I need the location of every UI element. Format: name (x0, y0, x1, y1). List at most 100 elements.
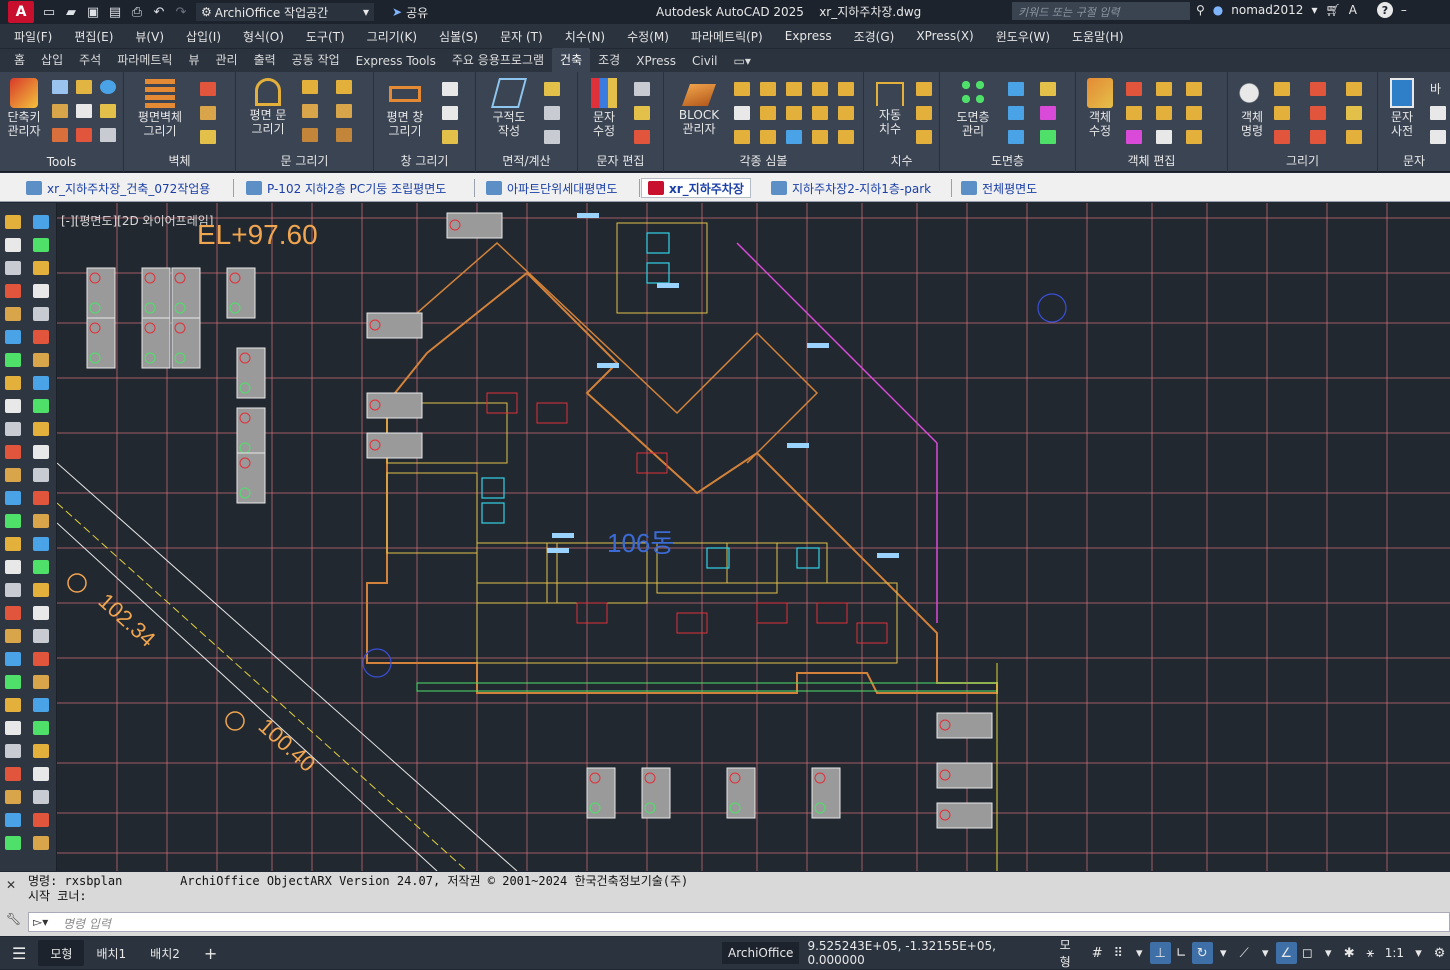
layout-tab-model[interactable]: 모형 (38, 940, 85, 966)
palette-tool-icon[interactable] (33, 629, 49, 643)
coordinate-readout[interactable]: 9.525243E+05, -1.32155E+05, 0.000000 (799, 939, 1053, 967)
ribbon-tab[interactable]: 뷰 (180, 51, 207, 72)
door-draw-button[interactable]: 평면 문 그리기 (244, 78, 292, 136)
edit-tool-icon[interactable] (1156, 106, 1172, 120)
isodraft-icon[interactable]: ⟋ (1234, 942, 1255, 964)
drawing-canvas[interactable]: [-][평면도][2D 와이어프레임] EL+97.60 106동 102.34… (57, 203, 1450, 871)
menu-item[interactable]: Express (785, 29, 832, 43)
palette-tool-icon[interactable] (33, 813, 49, 827)
palette-tool-icon[interactable] (33, 767, 49, 781)
area-tool-icon[interactable] (544, 130, 560, 144)
search-icon[interactable]: ⚲ (1196, 3, 1205, 17)
palette-tool-icon[interactable] (5, 514, 21, 528)
layout-tab-2[interactable]: 배치2 (138, 940, 192, 966)
palette-tool-icon[interactable] (5, 491, 21, 505)
palette-tool-icon[interactable] (33, 261, 49, 275)
palette-tool-icon[interactable] (33, 537, 49, 551)
edit-tool-icon[interactable] (1126, 106, 1142, 120)
menu-item[interactable]: 형식(O) (243, 28, 284, 45)
palette-tool-icon[interactable] (33, 790, 49, 804)
add-layout-icon[interactable]: + (192, 940, 229, 966)
symbol-icon[interactable] (734, 82, 750, 96)
grid-icon[interactable]: # (1087, 942, 1108, 964)
palette-tool-icon[interactable] (5, 652, 21, 666)
edit-tool-icon[interactable] (1156, 82, 1172, 96)
door-tool-icon[interactable] (302, 104, 318, 118)
autocad-logo[interactable]: A (8, 1, 34, 23)
zoning-button[interactable]: 구적도 작성 (484, 78, 534, 138)
search-input[interactable]: 키워드 또는 구절 입력 (1012, 2, 1190, 20)
palette-tool-icon[interactable] (5, 399, 21, 413)
symbol-icon[interactable] (786, 82, 802, 96)
palette-tool-icon[interactable] (33, 606, 49, 620)
snap-icon[interactable]: ⠿ (1108, 942, 1129, 964)
palette-tool-icon[interactable] (5, 583, 21, 597)
draw-tool-icon[interactable] (1346, 82, 1362, 96)
palette-tool-icon[interactable] (5, 376, 21, 390)
undo-icon[interactable]: ↶ (148, 2, 170, 22)
ribbon-tab[interactable]: 조경 (590, 51, 628, 72)
text-edit-button[interactable]: 문자 수정 (584, 78, 624, 138)
window-tool-icon[interactable] (442, 130, 458, 144)
text-dictionary-button[interactable]: 문자 사전 (1382, 78, 1422, 138)
palette-tool-icon[interactable] (33, 698, 49, 712)
app-status[interactable]: ArchiOffice (722, 942, 800, 964)
edit-tool-icon[interactable] (1156, 130, 1172, 144)
polar-icon[interactable]: ↻ (1191, 942, 1213, 964)
menu-item[interactable]: 뷰(V) (135, 28, 164, 45)
wall-tool-icon[interactable] (200, 106, 216, 120)
dimension-tool-icon[interactable] (916, 106, 932, 120)
palette-tool-icon[interactable] (5, 422, 21, 436)
palette-tool-icon[interactable] (5, 468, 21, 482)
palette-tool-icon[interactable] (5, 629, 21, 643)
draw-tool-icon[interactable] (1346, 106, 1362, 120)
palette-tool-icon[interactable] (5, 560, 21, 574)
doc-tab-active[interactable]: xr_지하주차장 (641, 178, 751, 198)
palette-tool-icon[interactable] (5, 721, 21, 735)
redo-icon[interactable]: ↷ (170, 2, 192, 22)
menu-icon[interactable]: ☰ (0, 940, 38, 966)
tool-icon[interactable] (76, 80, 92, 94)
palette-tool-icon[interactable] (33, 376, 49, 390)
text-tool-icon[interactable] (1430, 106, 1446, 120)
ortho-icon[interactable]: ∟ (1171, 942, 1192, 964)
text-tool-icon[interactable] (634, 130, 650, 144)
palette-tool-icon[interactable] (33, 675, 49, 689)
text-tool-icon[interactable] (1430, 130, 1446, 144)
menu-item[interactable]: 치수(N) (565, 28, 605, 45)
symbol-icon[interactable] (786, 106, 802, 120)
palette-tool-icon[interactable] (5, 744, 21, 758)
symbol-icon[interactable] (760, 106, 776, 120)
chevron-down-icon[interactable]: ▾ (1129, 942, 1150, 964)
menu-item[interactable]: 문자 (T) (500, 28, 543, 45)
viewport-label[interactable]: [-][평면도][2D 와이어프레임] (61, 214, 213, 228)
workspace-selector[interactable]: ⚙ ArchiOffice 작업공간 ▾ (196, 3, 374, 21)
palette-tool-icon[interactable] (5, 537, 21, 551)
close-icon[interactable]: ✕ (6, 878, 20, 892)
chevron-down-icon[interactable]: ▾ (1311, 3, 1317, 17)
palette-tool-icon[interactable] (5, 606, 21, 620)
command-input[interactable]: ▻▾ 명령 입력 (28, 912, 1450, 932)
menu-item[interactable]: 심볼(S) (439, 28, 478, 45)
edit-tool-icon[interactable] (1186, 106, 1202, 120)
doc-tab[interactable]: 지하주차장2-지하1층-park (765, 178, 937, 198)
tool-icon[interactable] (52, 104, 68, 118)
ribbon-tab[interactable]: 삽입 (33, 51, 71, 72)
chevron-down-icon[interactable]: ▾ (1213, 942, 1234, 964)
save-icon[interactable]: ▣ (82, 2, 104, 22)
symbol-icon[interactable] (812, 82, 828, 96)
menu-item[interactable]: 수정(M) (627, 28, 669, 45)
symbol-icon[interactable] (838, 130, 854, 144)
edit-tool-icon[interactable] (1126, 82, 1142, 96)
app-store-icon[interactable]: A (1349, 3, 1357, 17)
door-tool-icon[interactable] (302, 80, 318, 94)
object-snap-icon[interactable]: ◻ (1297, 942, 1318, 964)
user-name[interactable]: nomad2012 (1231, 3, 1303, 17)
symbol-icon[interactable] (786, 130, 802, 144)
ribbon-tab[interactable]: 출력 (246, 51, 284, 72)
ribbon-tab[interactable]: 건축 (552, 48, 591, 72)
menu-item[interactable]: 도구(T) (306, 28, 345, 45)
tool-icon[interactable] (52, 80, 68, 94)
palette-tool-icon[interactable] (5, 261, 21, 275)
palette-tool-icon[interactable] (5, 675, 21, 689)
